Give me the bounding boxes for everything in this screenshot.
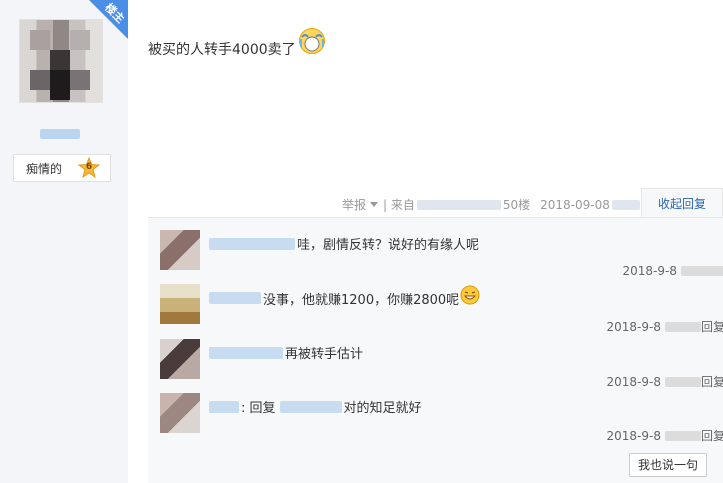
floor-number: 50楼 bbox=[502, 198, 531, 212]
chevron-down-icon[interactable] bbox=[370, 202, 379, 207]
level-name: 痴情的 bbox=[26, 161, 63, 176]
reply-link[interactable]: 回复 bbox=[701, 427, 723, 444]
collapse-replies-button[interactable]: 收起回复 bbox=[641, 188, 723, 218]
reply-avatar[interactable] bbox=[160, 230, 200, 270]
reply-username[interactable] bbox=[209, 346, 283, 359]
author-username[interactable] bbox=[40, 129, 80, 139]
reply-time-redacted bbox=[664, 321, 701, 332]
reply-link[interactable]: 回复 bbox=[701, 373, 723, 390]
reply-username[interactable] bbox=[209, 292, 261, 304]
grin-emoji-icon bbox=[460, 285, 480, 305]
from-label: | 来自 bbox=[383, 198, 415, 212]
reply-date: 2018-9-8 bbox=[606, 319, 661, 334]
reply-username[interactable] bbox=[209, 400, 239, 413]
replied-username[interactable] bbox=[279, 400, 342, 413]
reply-time-redacted bbox=[664, 376, 701, 387]
level-number: 6 bbox=[85, 162, 93, 172]
reply-date: 2018-9-8 bbox=[622, 264, 677, 278]
post-time-redacted bbox=[611, 199, 640, 210]
reply-time-redacted bbox=[681, 266, 723, 276]
author-level-badge[interactable]: 痴情的 6 bbox=[13, 154, 111, 182]
reply-avatar[interactable] bbox=[160, 284, 200, 324]
post-content: 被买的人转手4000卖了 bbox=[148, 28, 326, 63]
post-date: 2018-09-08 bbox=[540, 197, 610, 212]
add-comment-button[interactable]: 我也说一句 bbox=[629, 453, 707, 477]
crying-emoji-icon bbox=[298, 27, 326, 55]
reply-panel: 哇，剧情反转？说好的有缘人呢 2018-9-8 没事，他就赚1200，你赚280… bbox=[148, 217, 723, 483]
report-link[interactable]: 举报 bbox=[342, 196, 366, 213]
reply-text: 没事，他就赚1200，你赚2800呢 bbox=[263, 292, 460, 308]
reply-link[interactable]: 回复 bbox=[701, 318, 723, 335]
device-source-redacted bbox=[416, 199, 501, 210]
reply-text: 对的知足就好 bbox=[343, 401, 422, 416]
reply-text: 再被转手估计 bbox=[285, 347, 364, 362]
reply-date: 2018-9-8 bbox=[606, 428, 661, 443]
reply-date: 2018-9-8 bbox=[606, 374, 661, 389]
post-meta-bar: 举报 | 来自 50楼 2018-09-08 bbox=[342, 196, 640, 213]
post-text: 被买的人转手4000卖了 bbox=[148, 42, 296, 58]
reply-time-redacted bbox=[664, 430, 701, 441]
reply-username[interactable] bbox=[209, 237, 295, 250]
reply-avatar[interactable] bbox=[160, 339, 200, 379]
reply-text: 哇，剧情反转？说好的有缘人呢 bbox=[297, 238, 480, 253]
author-sidebar: 楼主 痴情的 6 bbox=[0, 0, 128, 483]
reply-avatar[interactable] bbox=[160, 393, 200, 433]
level-star-icon: 6 bbox=[78, 157, 101, 179]
reply-prefix: : 回复 bbox=[241, 401, 276, 416]
author-avatar[interactable] bbox=[19, 19, 103, 103]
